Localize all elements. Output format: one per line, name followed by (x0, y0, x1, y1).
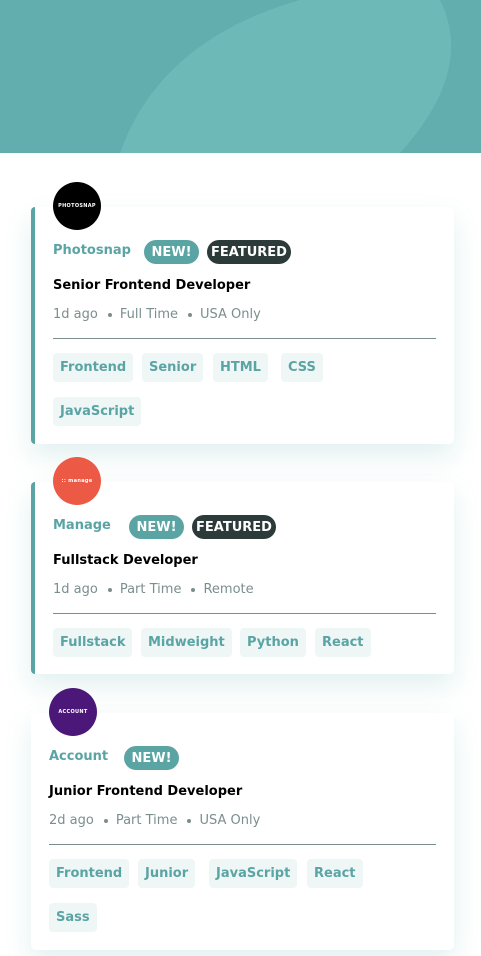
tag-fullstack[interactable]: Fullstack (53, 628, 133, 657)
contract-type: Part Time (115, 813, 178, 828)
job-card[interactable]: Photosnap NEW! FEATURED Senior Frontend … (31, 207, 454, 444)
separator-dot (188, 312, 193, 317)
job-title[interactable]: Junior Frontend Developer (49, 784, 242, 799)
tag-html[interactable]: HTML (213, 353, 268, 382)
tag-senior[interactable]: Senior (142, 353, 204, 382)
featured-badge: FEATURED (207, 240, 291, 264)
separator-dot (103, 818, 108, 823)
header-pattern (0, 0, 481, 153)
job-title[interactable]: Fullstack Developer (53, 553, 198, 568)
separator-dot (187, 818, 192, 823)
tag-sass[interactable]: Sass (49, 903, 97, 932)
tag-css[interactable]: CSS (281, 353, 323, 382)
contract-type: Part Time (119, 582, 182, 597)
job-meta: 1d ago Part Time Remote (53, 582, 254, 597)
featured-badge: FEATURED (192, 515, 276, 539)
job-meta: 1d ago Full Time USA Only (53, 307, 261, 322)
job-meta: 2d ago Part Time USA Only (49, 813, 260, 828)
company-logo: ACCOUNT (49, 688, 97, 736)
posted-time: 1d ago (53, 307, 98, 322)
separator-dot (107, 587, 112, 592)
divider (49, 844, 436, 845)
header-banner (0, 0, 481, 153)
posted-time: 1d ago (53, 582, 98, 597)
logo-text: PHOTOSNAP (58, 203, 96, 209)
job-location: USA Only (199, 813, 261, 828)
tag-frontend[interactable]: Frontend (49, 859, 130, 888)
new-badge: NEW! (124, 746, 179, 770)
company-name[interactable]: Photosnap (53, 243, 131, 258)
company-name[interactable]: Manage (53, 518, 111, 533)
tag-react[interactable]: React (307, 859, 363, 888)
separator-dot (191, 587, 196, 592)
divider (53, 338, 436, 339)
logo-text: ACCOUNT (58, 709, 88, 715)
separator-dot (107, 312, 112, 317)
new-badge: NEW! (144, 240, 199, 264)
company-logo: :: manage (53, 457, 101, 505)
tag-python[interactable]: Python (240, 628, 306, 657)
company-logo: PHOTOSNAP (53, 182, 101, 230)
tag-javascript[interactable]: JavaScript (53, 397, 142, 426)
tag-javascript[interactable]: JavaScript (209, 859, 298, 888)
job-location: USA Only (200, 307, 261, 322)
company-name[interactable]: Account (49, 749, 108, 764)
job-title[interactable]: Senior Frontend Developer (53, 278, 250, 293)
tag-midweight[interactable]: Midweight (141, 628, 232, 657)
posted-time: 2d ago (49, 813, 94, 828)
job-card[interactable]: Account NEW! Junior Frontend Developer 2… (31, 713, 454, 950)
job-card[interactable]: Manage NEW! FEATURED Fullstack Developer… (31, 482, 454, 674)
tag-junior[interactable]: Junior (138, 859, 196, 888)
new-badge: NEW! (129, 515, 184, 539)
divider (53, 613, 436, 614)
tag-react[interactable]: React (315, 628, 371, 657)
logo-text: :: manage (61, 478, 93, 484)
tag-frontend[interactable]: Frontend (53, 353, 134, 382)
job-location: Remote (203, 582, 254, 597)
contract-type: Full Time (119, 307, 179, 322)
